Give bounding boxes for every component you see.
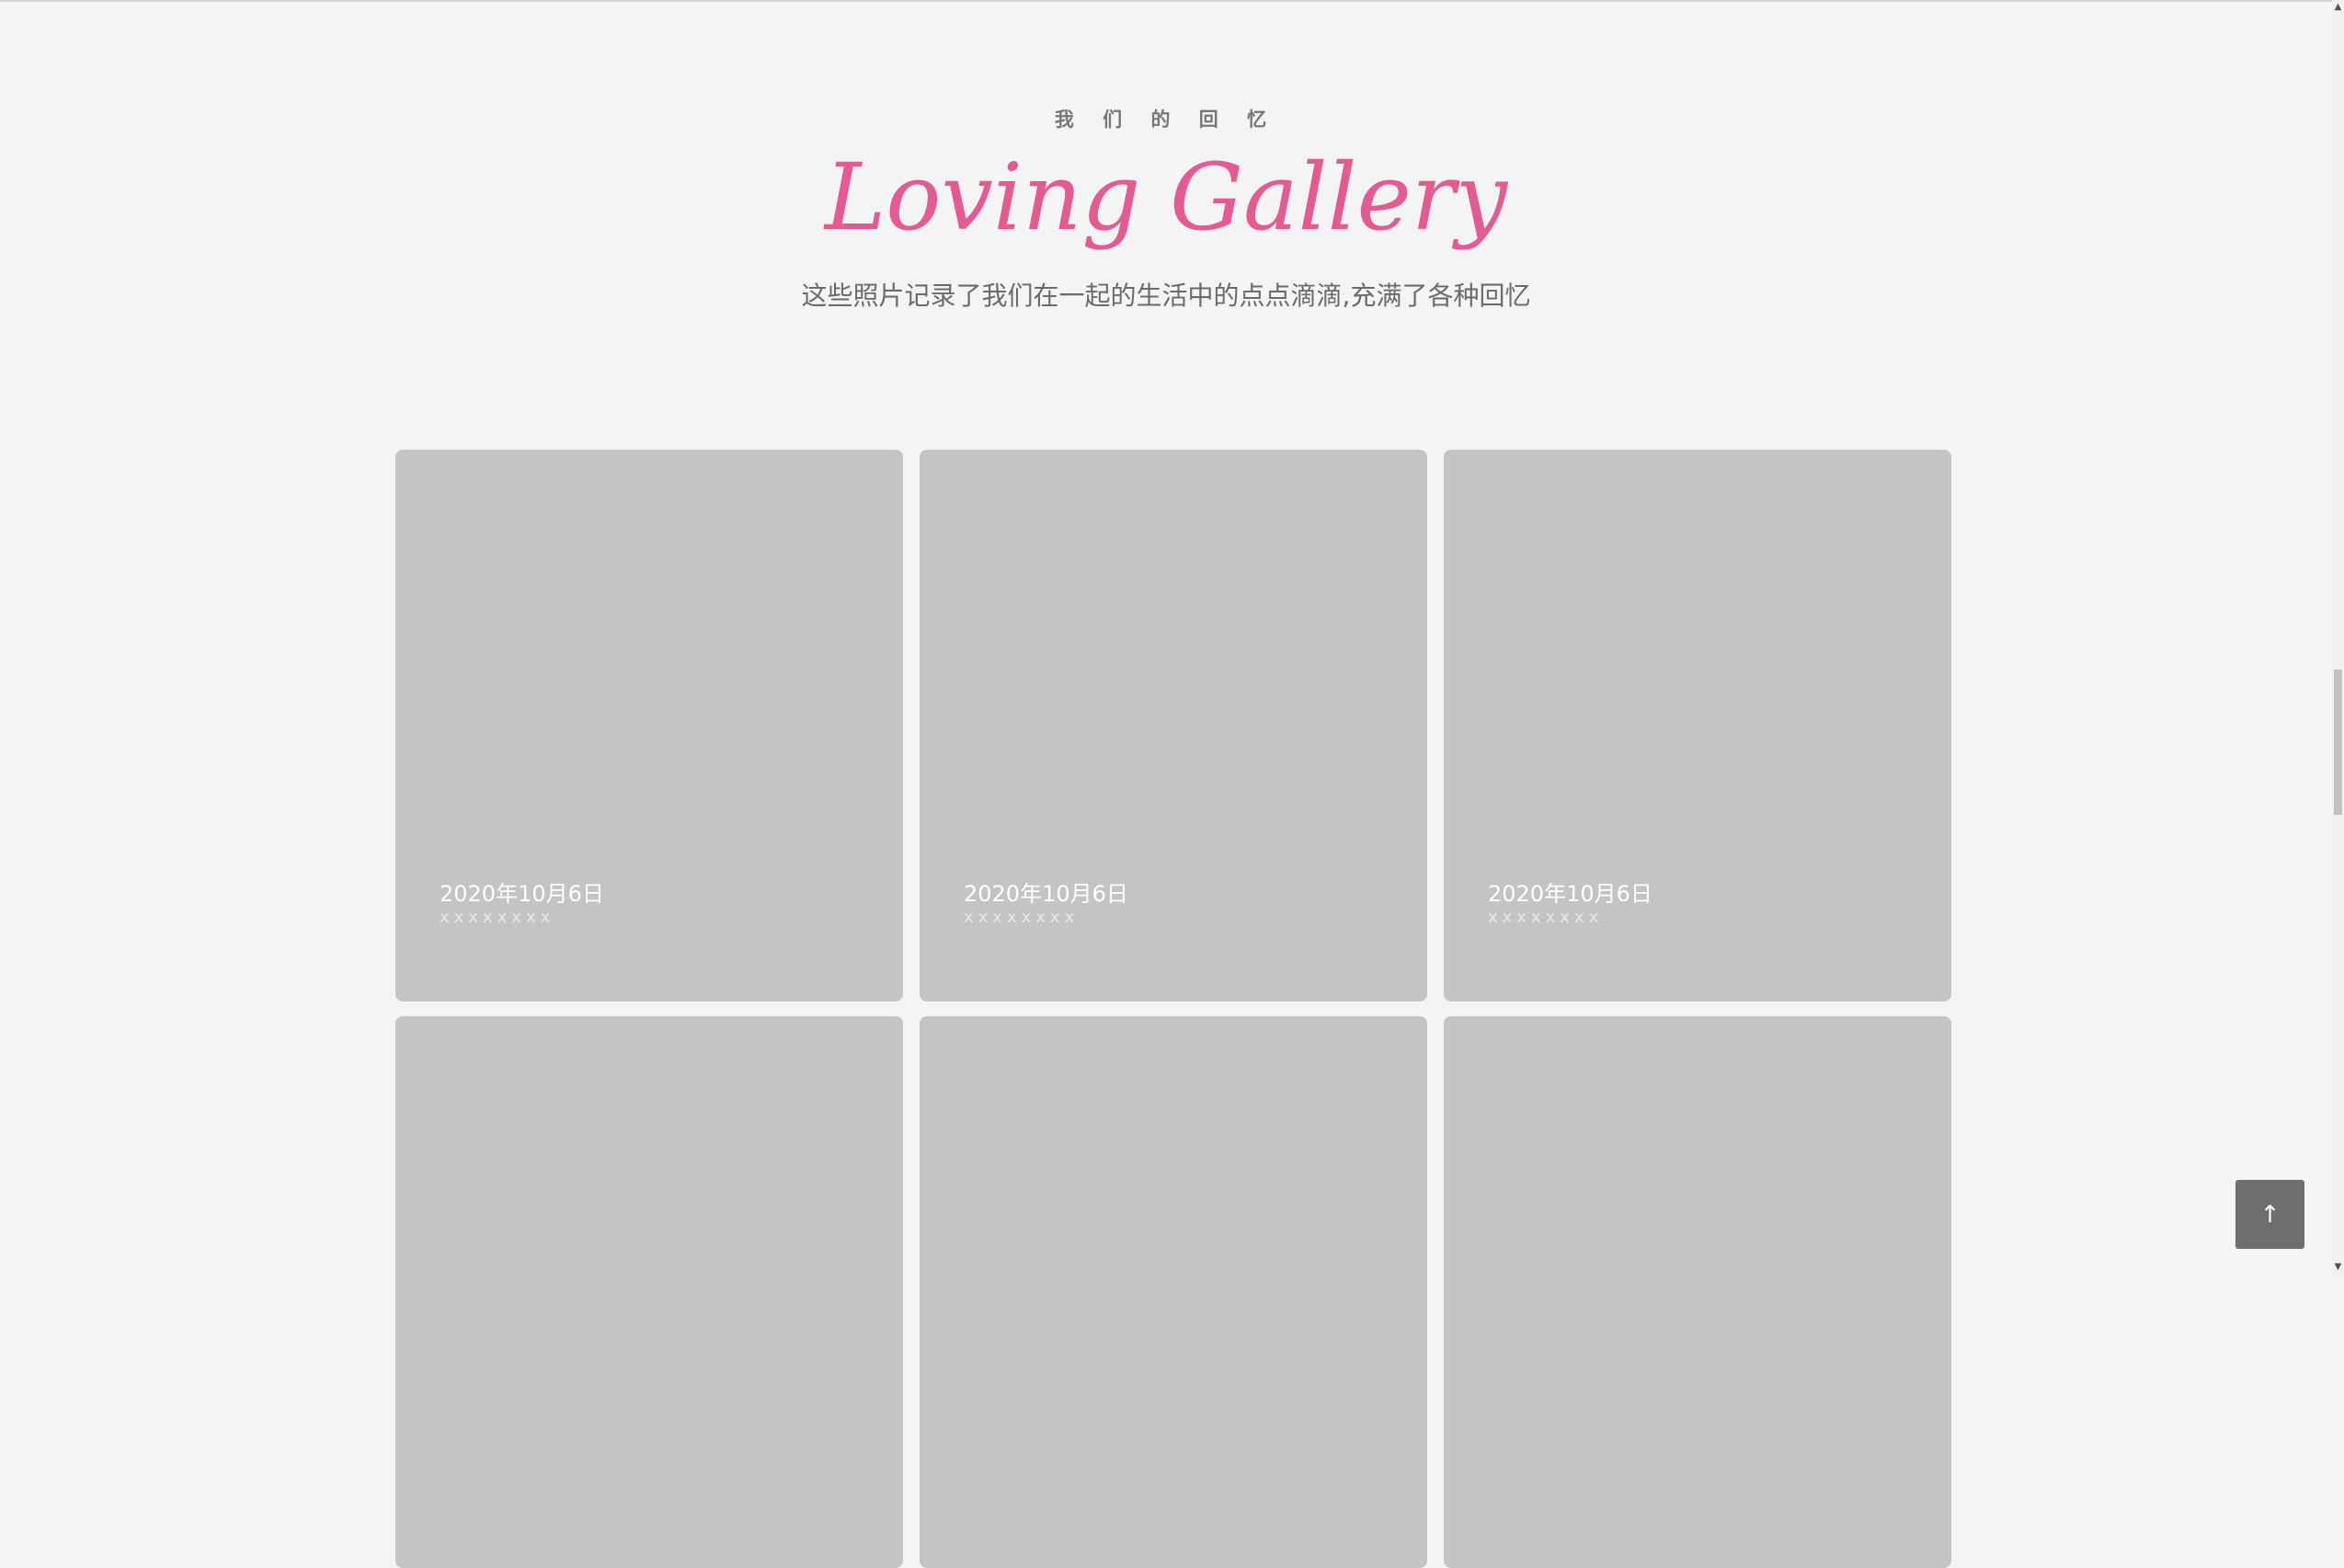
top-border	[0, 0, 2332, 2]
gallery-card[interactable]	[395, 1016, 903, 1568]
gallery-card[interactable]: 2020年10月6日 xxxxxxxx	[1444, 450, 1951, 1001]
card-date: 2020年10月6日	[964, 881, 1128, 907]
back-to-top-button[interactable]: ↑	[2235, 1180, 2304, 1249]
gallery-card[interactable]: 2020年10月6日 xxxxxxxx	[920, 450, 1427, 1001]
vertical-scrollbar[interactable]: ▲ ▼	[2332, 0, 2344, 1275]
card-date: 2020年10月6日	[440, 881, 604, 907]
gallery-card[interactable]: 2020年10月6日 xxxxxxxx	[395, 450, 903, 1001]
section-subtitle: 这些照片记录了我们在一起的生活中的点点滴滴,充满了各种回忆	[801, 280, 1531, 311]
gallery-card[interactable]	[920, 1016, 1427, 1568]
card-description: xxxxxxxx	[1488, 908, 1604, 927]
page-title: Loving Gallery	[824, 143, 1508, 251]
scroll-down-arrow-icon[interactable]: ▼	[2332, 1260, 2344, 1275]
card-date: 2020年10月6日	[1488, 881, 1652, 907]
scrollbar-thumb[interactable]	[2334, 670, 2342, 815]
gallery-card[interactable]	[1444, 1016, 1951, 1568]
arrow-up-icon: ↑	[2259, 1200, 2281, 1229]
scroll-up-arrow-icon[interactable]: ▲	[2332, 0, 2344, 15]
card-description: xxxxxxxx	[964, 908, 1080, 927]
card-description: xxxxxxxx	[440, 908, 555, 927]
